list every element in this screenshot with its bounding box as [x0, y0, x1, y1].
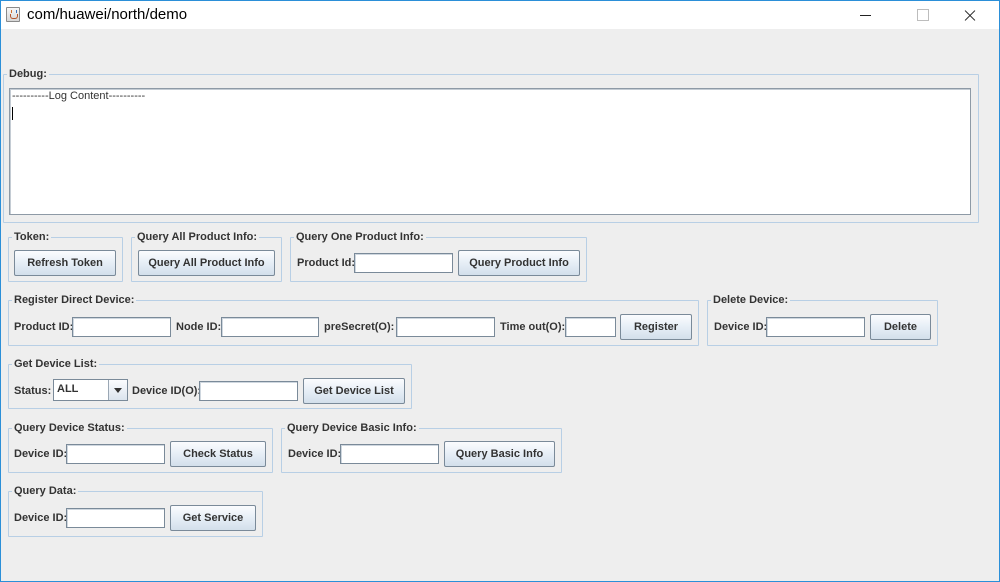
presecret-input[interactable] [396, 317, 495, 337]
log-content-text: ----------Log Content---------- [12, 90, 146, 102]
basic-device-id-label: Device ID: [288, 448, 342, 460]
delete-button[interactable]: Delete [870, 314, 931, 340]
list-device-id-input[interactable] [199, 381, 298, 401]
status-dropdown[interactable]: ALL [53, 379, 128, 401]
register-button[interactable]: Register [620, 314, 692, 340]
data-device-id-label: Device ID: [14, 512, 68, 524]
query-all-product-button[interactable]: Query All Product Info [138, 250, 275, 276]
close-button[interactable] [947, 1, 993, 29]
register-product-id-label: Product ID: [14, 321, 74, 333]
get-device-list-title: Get Device List: [12, 357, 100, 371]
delete-device-id-label: Device ID: [714, 321, 768, 333]
log-textarea[interactable]: ----------Log Content---------- [9, 88, 971, 215]
minimize-button[interactable] [843, 1, 889, 29]
node-id-label: Node ID: [176, 321, 222, 333]
query-all-product-title: Query All Product Info: [135, 230, 259, 244]
status-device-id-input[interactable] [66, 444, 165, 464]
register-device-title: Register Direct Device: [12, 293, 137, 307]
window-title: com/huawei/north/demo [27, 6, 188, 23]
data-device-id-input[interactable] [66, 508, 165, 528]
maximize-button[interactable] [899, 1, 945, 29]
title-bar: com/huawei/north/demo [1, 1, 999, 29]
query-basic-info-button[interactable]: Query Basic Info [444, 441, 555, 467]
dropdown-arrow-icon[interactable] [108, 380, 127, 400]
java-app-icon [6, 7, 20, 22]
debug-title: Debug: [7, 67, 49, 81]
query-product-info-button[interactable]: Query Product Info [458, 250, 580, 276]
query-one-product-title: Query One Product Info: [294, 230, 426, 244]
get-service-button[interactable]: Get Service [170, 505, 256, 531]
check-status-button[interactable]: Check Status [170, 441, 266, 467]
query-data-title: Query Data: [12, 484, 79, 498]
product-id-input[interactable] [354, 253, 453, 273]
node-id-input[interactable] [221, 317, 319, 337]
status-device-id-label: Device ID: [14, 448, 68, 460]
product-id-label: Product Id: [297, 257, 356, 269]
basic-device-id-input[interactable] [340, 444, 439, 464]
get-device-list-button[interactable]: Get Device List [303, 378, 405, 404]
presecret-label: preSecret(O): [324, 321, 395, 333]
query-device-basic-title: Query Device Basic Info: [285, 421, 419, 435]
status-label: Status: [14, 385, 52, 397]
timeout-label: Time out(O): [500, 321, 566, 333]
refresh-token-button[interactable]: Refresh Token [14, 250, 116, 276]
delete-device-id-input[interactable] [766, 317, 865, 337]
list-device-id-label: Device ID(O): [132, 385, 202, 397]
delete-device-title: Delete Device: [711, 293, 791, 307]
text-caret [12, 107, 13, 120]
timeout-input[interactable] [565, 317, 616, 337]
register-product-id-input[interactable] [72, 317, 171, 337]
query-device-status-title: Query Device Status: [12, 421, 127, 435]
token-title: Token: [12, 230, 52, 244]
status-selected-value: ALL [57, 383, 79, 395]
